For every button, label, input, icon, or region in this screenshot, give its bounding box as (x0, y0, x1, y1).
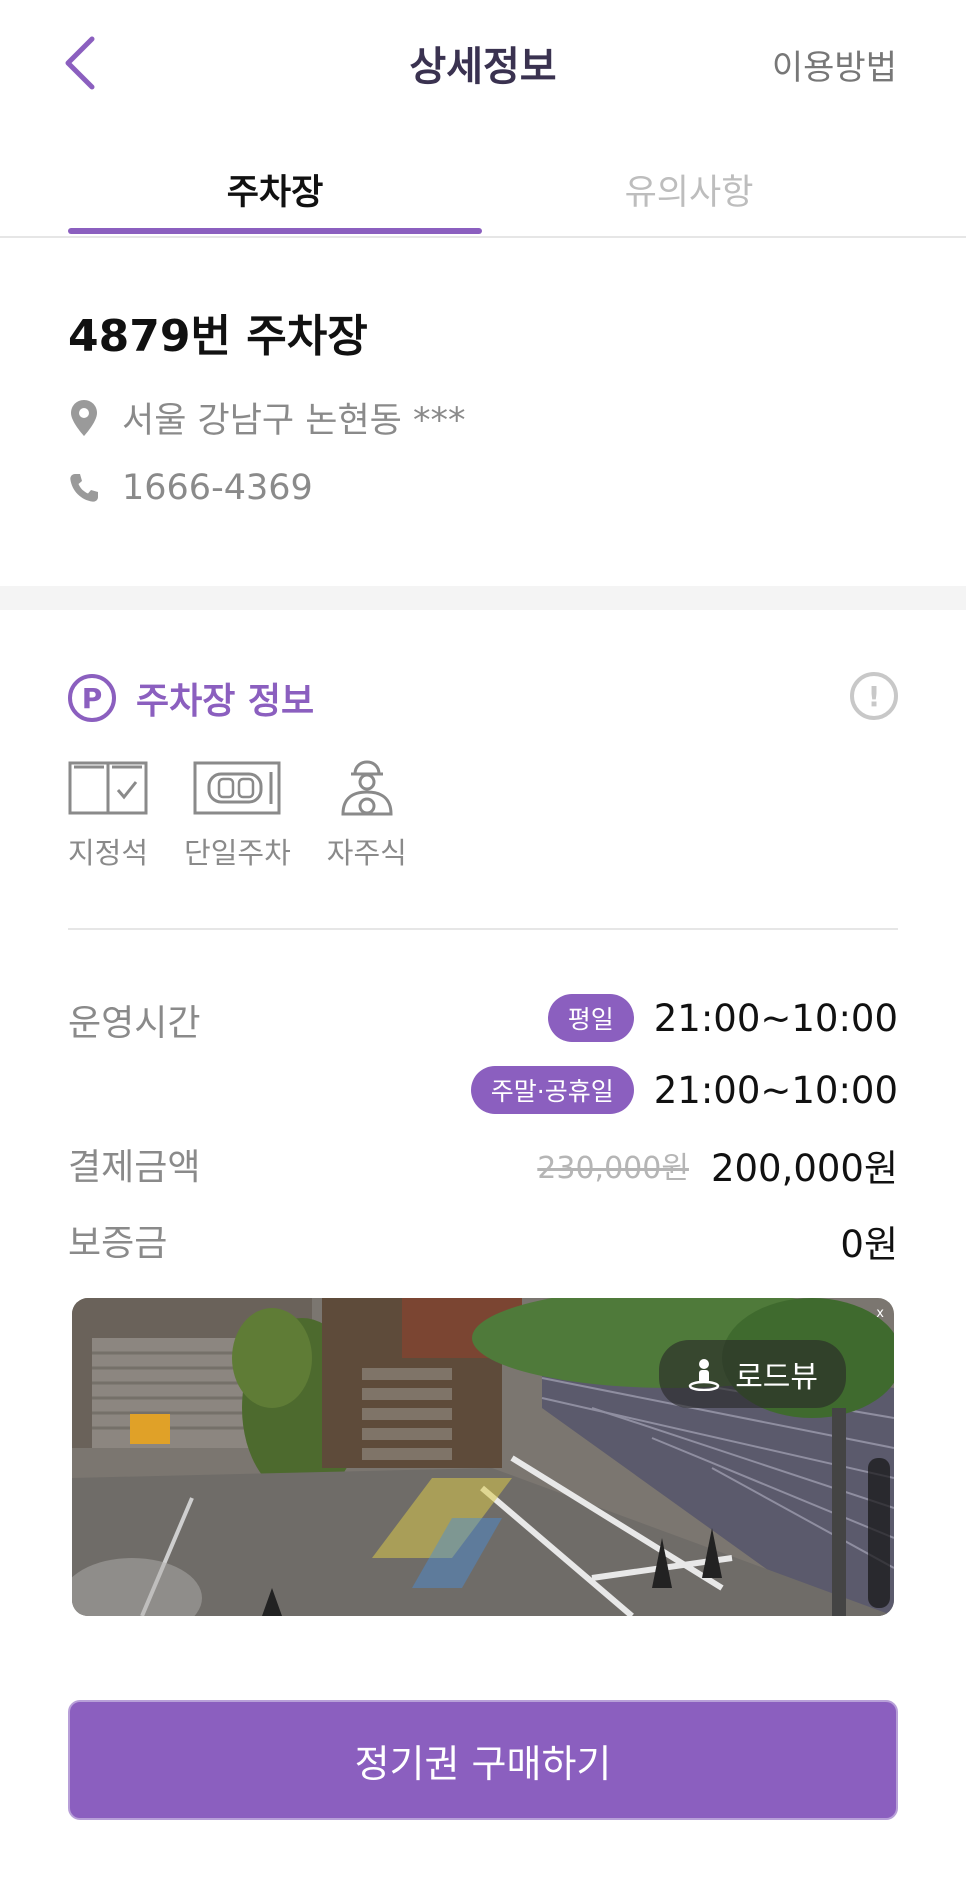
map-controls[interactable] (868, 1458, 890, 1608)
info-alert-icon[interactable]: ! (850, 672, 898, 720)
active-tab-indicator (68, 228, 482, 234)
feature-self-parking: 자주식 (327, 760, 407, 872)
price: 200,000원 (710, 1147, 898, 1190)
tab-bar: 주차장 유의사항 (0, 150, 966, 238)
feature-reserved-seat: 지정석 (68, 760, 148, 872)
self-parking-icon (341, 760, 393, 816)
divider (68, 928, 898, 930)
original-price: 230,000원 (537, 1151, 689, 1186)
feature-label: 단일주차 (184, 836, 291, 870)
phone-row[interactable]: 1666-4369 (68, 468, 313, 508)
address-row: 서울 강남구 논현동 *** (68, 392, 465, 443)
location-pin-icon (68, 399, 100, 437)
weekend-badge: 주말·공휴일 (470, 1066, 634, 1114)
roadview-panel[interactable]: x 로드뷰 (72, 1298, 894, 1616)
section-header: P 주차장 정보 (68, 672, 314, 724)
phone-number: 1666-4369 (122, 468, 313, 508)
person-icon (688, 1359, 720, 1391)
roadview-label: 로드뷰 (735, 1360, 818, 1395)
weekend-time: 21:00~10:00 (653, 1068, 898, 1112)
phone-icon (68, 472, 100, 504)
deposit-value: 0원 (840, 1223, 898, 1266)
weekday-time: 21:00~10:00 (653, 996, 898, 1040)
address-text: 서울 강남구 논현동 *** (122, 401, 466, 441)
roadview-button[interactable]: 로드뷰 (659, 1340, 846, 1408)
header: 상세정보 이용방법 (0, 0, 966, 125)
payment-label: 결제금액 (68, 1147, 201, 1188)
feature-single-parking: 단일주차 (184, 760, 291, 872)
feature-label: 지정석 (68, 836, 149, 870)
feature-list: 지정석 단일주차 자주식 (68, 760, 443, 872)
deposit-amount: 0원 (840, 1214, 898, 1268)
feature-label: 자주식 (326, 836, 407, 870)
purchase-button[interactable]: 정기권 구매하기 (68, 1700, 898, 1820)
close-icon[interactable]: x (876, 1306, 884, 1321)
tab-notes[interactable]: 유의사항 (482, 164, 896, 215)
lot-name: 4879번 주차장 (68, 311, 368, 362)
hours-label: 운영시간 (68, 1003, 201, 1044)
weekend-hours: 주말·공휴일 21:00~10:00 (470, 1066, 898, 1114)
help-link[interactable]: 이용방법 (772, 40, 897, 89)
tab-parking-lot[interactable]: 주차장 (68, 164, 482, 215)
weekday-hours: 평일 21:00~10:00 (547, 994, 898, 1042)
section-title: 주차장 정보 (136, 681, 315, 722)
reserved-seat-icon (68, 761, 148, 815)
weekday-badge: 평일 (547, 994, 634, 1042)
deposit-label: 보증금 (68, 1223, 168, 1264)
parking-p-icon: P (68, 674, 116, 722)
section-divider (0, 586, 966, 610)
single-parking-icon (193, 761, 281, 815)
payment-amount: 230,000원 200,000원 (537, 1138, 898, 1192)
